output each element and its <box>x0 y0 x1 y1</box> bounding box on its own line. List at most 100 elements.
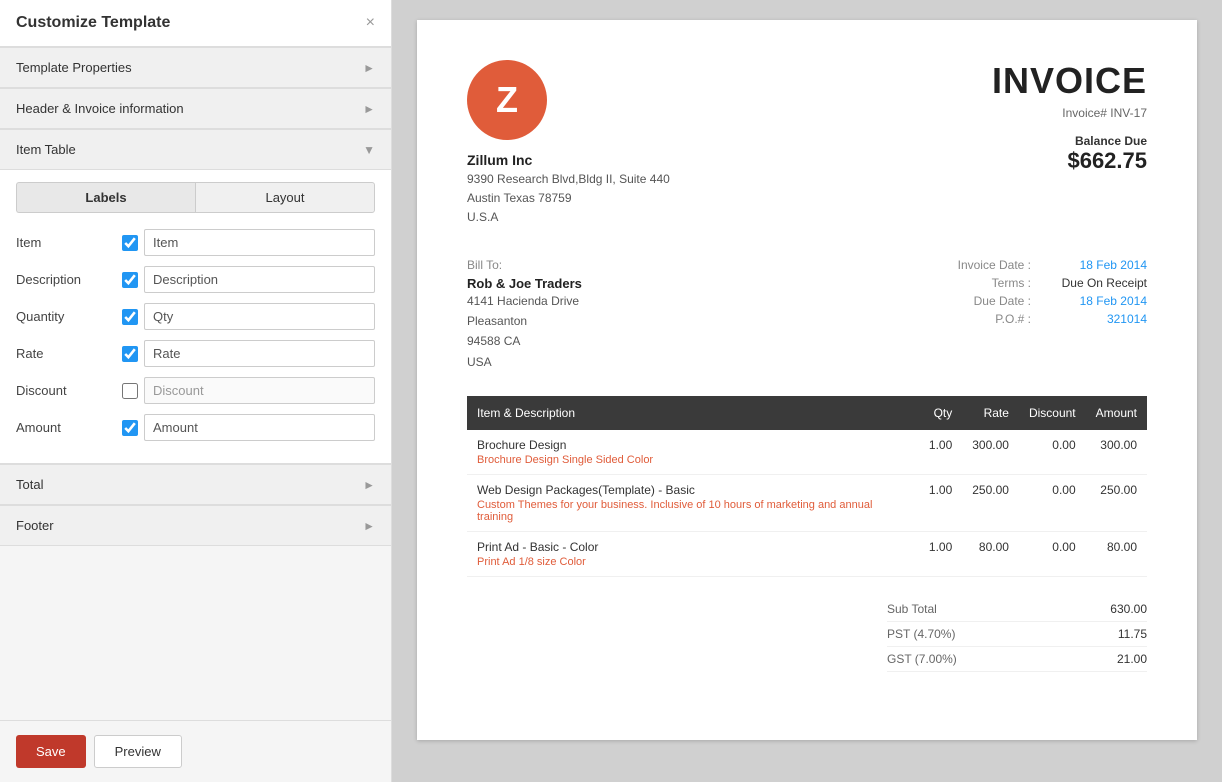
field-label-rate: Rate <box>16 346 116 361</box>
balance-label: Balance Due <box>992 134 1147 148</box>
input-rate[interactable] <box>144 340 375 367</box>
item-name: Brochure Design <box>477 438 909 452</box>
invoice-title: INVOICE <box>992 60 1147 102</box>
company-address-line3: U.S.A <box>467 210 498 224</box>
pst-value: 11.75 <box>1118 627 1147 641</box>
balance-amount: $662.75 <box>992 148 1147 174</box>
cell-amount-3: 80.00 <box>1086 532 1147 577</box>
input-quantity[interactable] <box>144 303 375 330</box>
bill-to-block: Bill To: Rob & Joe Traders 4141 Hacienda… <box>467 258 582 373</box>
checkbox-item[interactable] <box>116 235 144 251</box>
invoice-paper: Z Zillum Inc 9390 Research Blvd,Bldg II,… <box>417 20 1197 740</box>
col-header-amount: Amount <box>1086 396 1147 430</box>
detail-invoice-date: Invoice Date : 18 Feb 2014 <box>941 258 1147 272</box>
bill-address-1: 4141 Hacienda Drive <box>467 294 579 308</box>
detail-po: P.O.# : 321014 <box>941 312 1147 326</box>
cell-rate-1: 300.00 <box>962 430 1019 475</box>
table-row: Brochure Design Brochure Design Single S… <box>467 430 1147 475</box>
field-row-description: Description <box>16 266 375 293</box>
preview-button[interactable]: Preview <box>94 735 182 768</box>
item-table-label: Item Table <box>16 142 76 157</box>
template-properties-label: Template Properties <box>16 60 132 75</box>
cell-amount-1: 300.00 <box>1086 430 1147 475</box>
invoice-number: Invoice# INV-17 <box>992 106 1147 120</box>
section-template-properties[interactable]: Template Properties ► <box>0 47 391 88</box>
panel-title: Customize Template <box>16 14 170 32</box>
cell-rate-2: 250.00 <box>962 475 1019 532</box>
header-invoice-label: Header & Invoice information <box>16 101 184 116</box>
company-address: 9390 Research Blvd,Bldg II, Suite 440 Au… <box>467 170 670 228</box>
pst-label: PST (4.70%) <box>887 627 955 641</box>
invoice-title-block: INVOICE Invoice# INV-17 Balance Due $662… <box>992 60 1147 174</box>
chevron-right-icon: ► <box>363 519 375 533</box>
chevron-right-icon: ► <box>363 61 375 75</box>
field-label-quantity: Quantity <box>16 309 116 324</box>
cell-item-3: Print Ad - Basic - Color Print Ad 1/8 si… <box>467 532 919 577</box>
checkbox-description[interactable] <box>116 272 144 288</box>
input-item[interactable] <box>144 229 375 256</box>
bottom-buttons: Save Preview <box>0 720 391 782</box>
col-header-item: Item & Description <box>467 396 919 430</box>
bill-address-2: Pleasanton <box>467 314 527 328</box>
totals-section: Sub Total 630.00 PST (4.70%) 11.75 GST (… <box>467 597 1147 672</box>
item-desc: Custom Themes for your business. Inclusi… <box>477 499 909 523</box>
item-desc: Brochure Design Single Sided Color <box>477 454 909 466</box>
detail-terms: Terms : Due On Receipt <box>941 276 1147 290</box>
field-row-amount: Amount <box>16 414 375 441</box>
bill-to-label: Bill To: <box>467 258 582 272</box>
cell-amount-2: 250.00 <box>1086 475 1147 532</box>
invoice-table: Item & Description Qty Rate Discount Amo… <box>467 396 1147 577</box>
cell-qty-3: 1.00 <box>919 532 962 577</box>
section-footer[interactable]: Footer ► <box>0 505 391 546</box>
cell-discount-1: 0.00 <box>1019 430 1086 475</box>
close-icon[interactable]: × <box>366 14 375 32</box>
tab-labels[interactable]: Labels <box>16 182 195 213</box>
invoice-top: Z Zillum Inc 9390 Research Blvd,Bldg II,… <box>467 60 1147 228</box>
totals-row-gst: GST (7.00%) 21.00 <box>887 647 1147 672</box>
input-discount[interactable] <box>144 377 375 404</box>
totals-table: Sub Total 630.00 PST (4.70%) 11.75 GST (… <box>887 597 1147 672</box>
tab-layout[interactable]: Layout <box>195 182 375 213</box>
cell-item-1: Brochure Design Brochure Design Single S… <box>467 430 919 475</box>
subtotal-label: Sub Total <box>887 602 937 616</box>
section-header-invoice[interactable]: Header & Invoice information ► <box>0 88 391 129</box>
item-desc: Print Ad 1/8 size Color <box>477 556 909 568</box>
tab-group: Labels Layout <box>16 182 375 213</box>
company-block: Z Zillum Inc 9390 Research Blvd,Bldg II,… <box>467 60 670 228</box>
section-item-table-header[interactable]: Item Table ▼ <box>0 129 391 170</box>
gst-value: 21.00 <box>1117 652 1147 666</box>
field-label-item: Item <box>16 235 116 250</box>
chevron-right-icon: ► <box>363 102 375 116</box>
chevron-right-icon: ► <box>363 478 375 492</box>
checkbox-discount[interactable] <box>116 383 144 399</box>
cell-qty-1: 1.00 <box>919 430 962 475</box>
cell-discount-3: 0.00 <box>1019 532 1086 577</box>
field-label-description: Description <box>16 272 116 287</box>
col-header-discount: Discount <box>1019 396 1086 430</box>
input-description[interactable] <box>144 266 375 293</box>
item-name: Print Ad - Basic - Color <box>477 540 909 554</box>
table-row: Web Design Packages(Template) - Basic Cu… <box>467 475 1147 532</box>
checkbox-amount[interactable] <box>116 420 144 436</box>
checkbox-rate[interactable] <box>116 346 144 362</box>
left-panel: Customize Template × Template Properties… <box>0 0 392 782</box>
totals-row-subtotal: Sub Total 630.00 <box>887 597 1147 622</box>
bill-address-3: 94588 CA <box>467 334 520 348</box>
field-row-discount: Discount <box>16 377 375 404</box>
company-address-line1: 9390 Research Blvd,Bldg II, Suite 440 <box>467 172 670 186</box>
save-button[interactable]: Save <box>16 735 86 768</box>
checkbox-quantity[interactable] <box>116 309 144 325</box>
field-row-quantity: Quantity <box>16 303 375 330</box>
cell-discount-2: 0.00 <box>1019 475 1086 532</box>
subtotal-value: 630.00 <box>1110 602 1147 616</box>
detail-due-date: Due Date : 18 Feb 2014 <box>941 294 1147 308</box>
field-label-discount: Discount <box>16 383 116 398</box>
company-logo: Z <box>467 60 547 140</box>
company-address-line2: Austin Texas 78759 <box>467 191 572 205</box>
input-amount[interactable] <box>144 414 375 441</box>
bill-to-address: 4141 Hacienda Drive Pleasanton 94588 CA … <box>467 291 582 373</box>
section-total[interactable]: Total ► <box>0 464 391 505</box>
chevron-up-icon: ▼ <box>363 143 375 157</box>
company-name: Zillum Inc <box>467 152 670 168</box>
field-label-amount: Amount <box>16 420 116 435</box>
